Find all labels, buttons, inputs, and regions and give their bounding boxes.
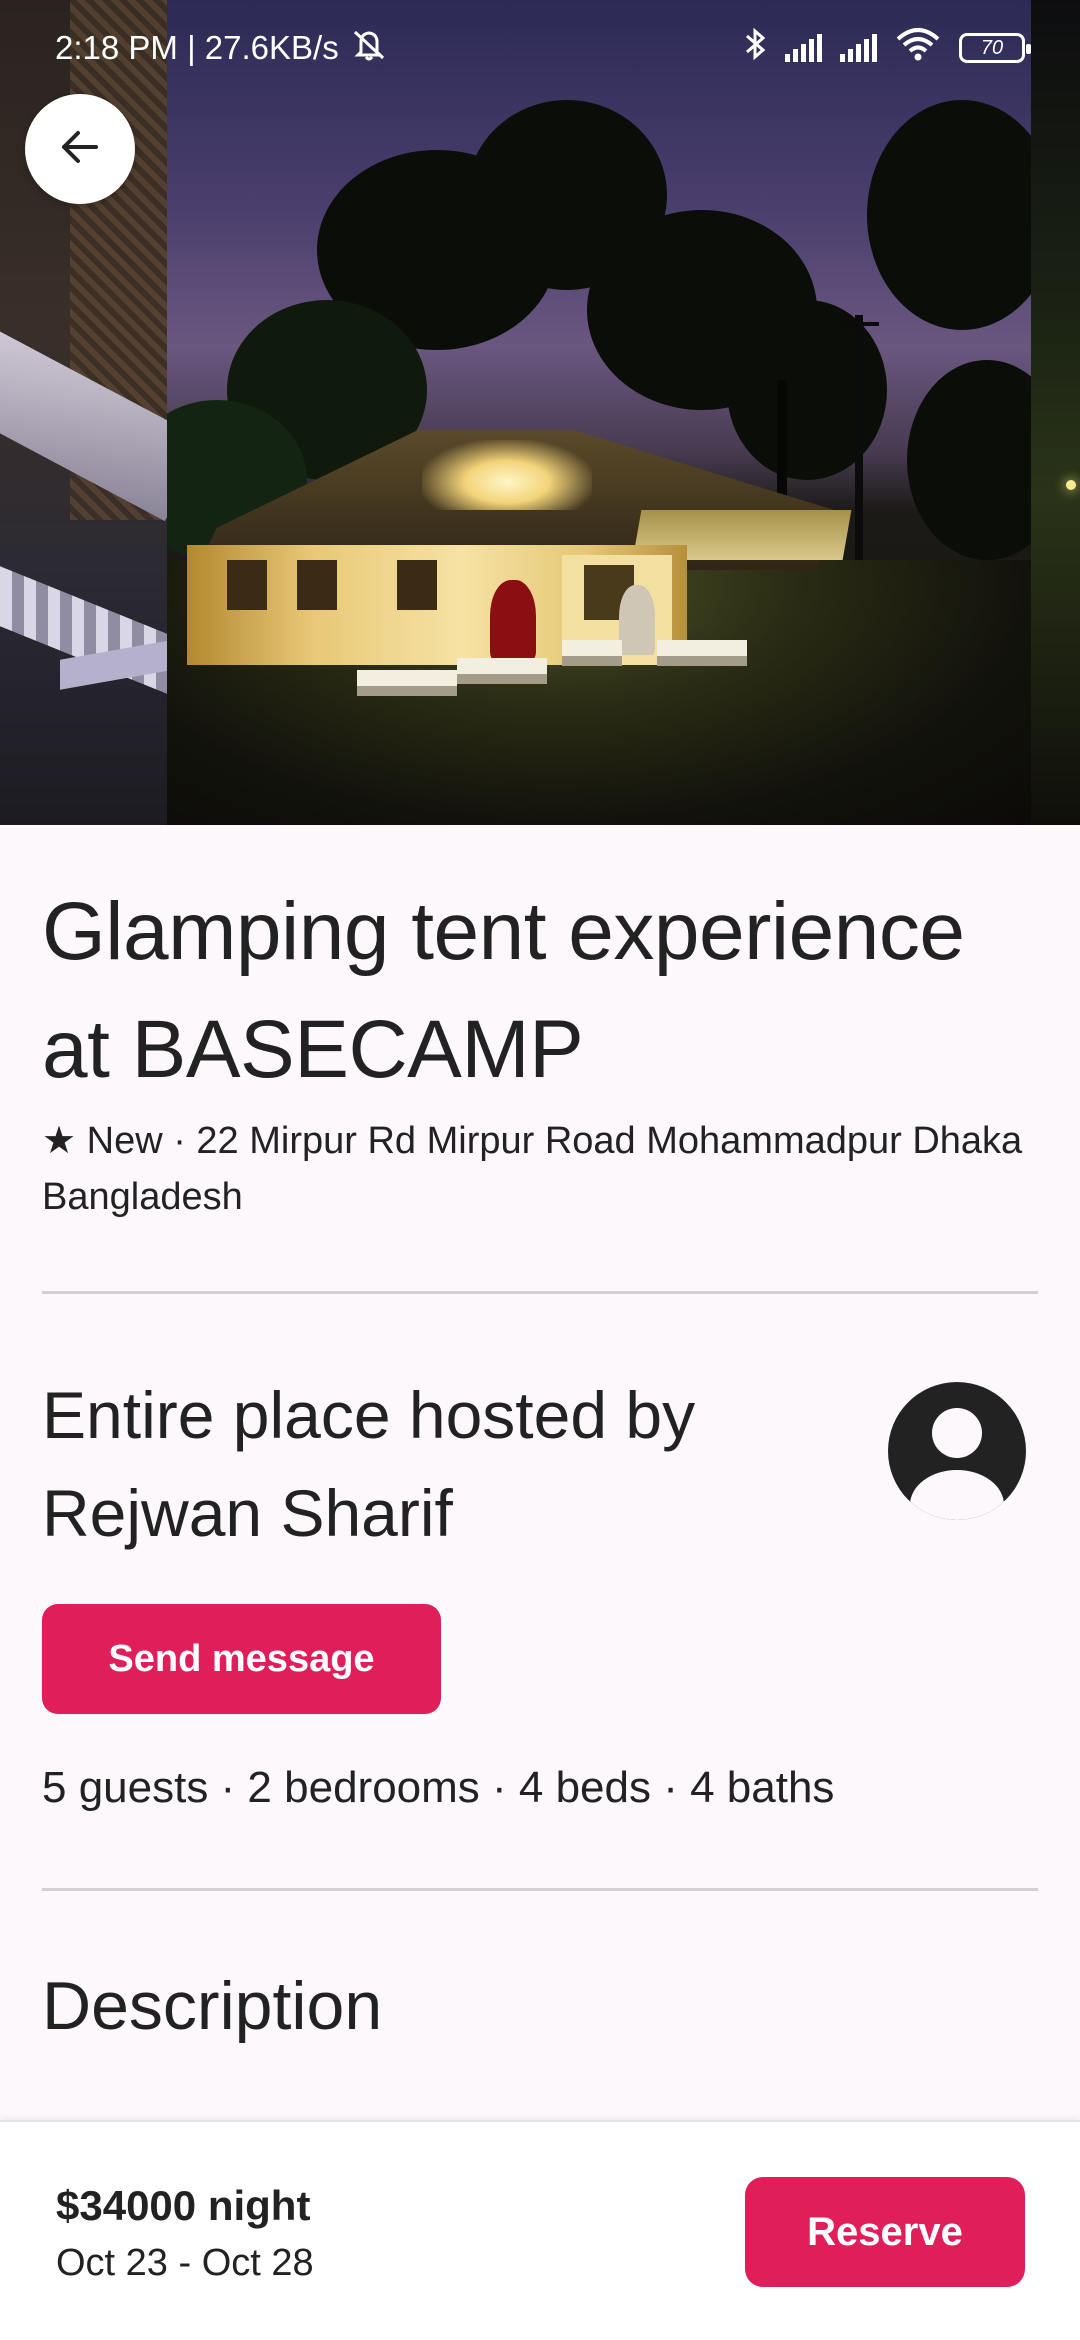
battery-level: 70 <box>980 36 1004 59</box>
send-message-button[interactable]: Send message <box>42 1604 441 1714</box>
price-per-night: $34000 night <box>56 2182 311 2229</box>
photo-gallery[interactable] <box>0 0 1080 825</box>
reservation-bar: $34000 night Oct 23 - Oct 28 Reserve <box>0 2120 1080 2340</box>
host-section: Entire place hosted by Rejwan Sharif <box>42 1366 1038 1562</box>
listing-title: Glamping tent experience at BASECAMP <box>42 886 965 1095</box>
reserve-button[interactable]: Reserve <box>745 2177 1025 2287</box>
next-photo[interactable] <box>1031 0 1080 825</box>
description-heading: Description <box>42 1968 383 2044</box>
battery-icon: 70 <box>959 33 1031 63</box>
status-bar: 2:18 PM | 27.6KB/s 70 <box>0 0 1080 96</box>
listing-details: Glamping tent experience at BASECAMP ★ N… <box>42 825 1038 2051</box>
mute-icon <box>349 26 389 70</box>
signal-icon-2 <box>840 34 877 62</box>
back-arrow-icon <box>58 125 102 174</box>
signal-icon <box>785 34 822 62</box>
host-heading: Entire place hosted by Rejwan Sharif <box>42 1378 696 1550</box>
divider-2 <box>42 1888 1038 1891</box>
wifi-icon <box>895 27 941 69</box>
listing-capacity: 5 guests · 2 bedrooms · 4 beds · 4 baths <box>42 1763 835 1812</box>
bluetooth-icon <box>743 26 767 70</box>
user-avatar-icon[interactable] <box>888 1382 1026 1520</box>
back-button[interactable] <box>25 94 135 204</box>
stay-dates[interactable]: Oct 23 - Oct 28 <box>56 2242 314 2285</box>
status-time-speed: 2:18 PM | 27.6KB/s <box>55 29 339 66</box>
divider <box>42 1291 1038 1294</box>
main-photo[interactable] <box>167 0 1031 825</box>
listing-subtitle: ★ New · 22 Mirpur Rd Mirpur Road Mohamma… <box>42 1120 1023 1218</box>
